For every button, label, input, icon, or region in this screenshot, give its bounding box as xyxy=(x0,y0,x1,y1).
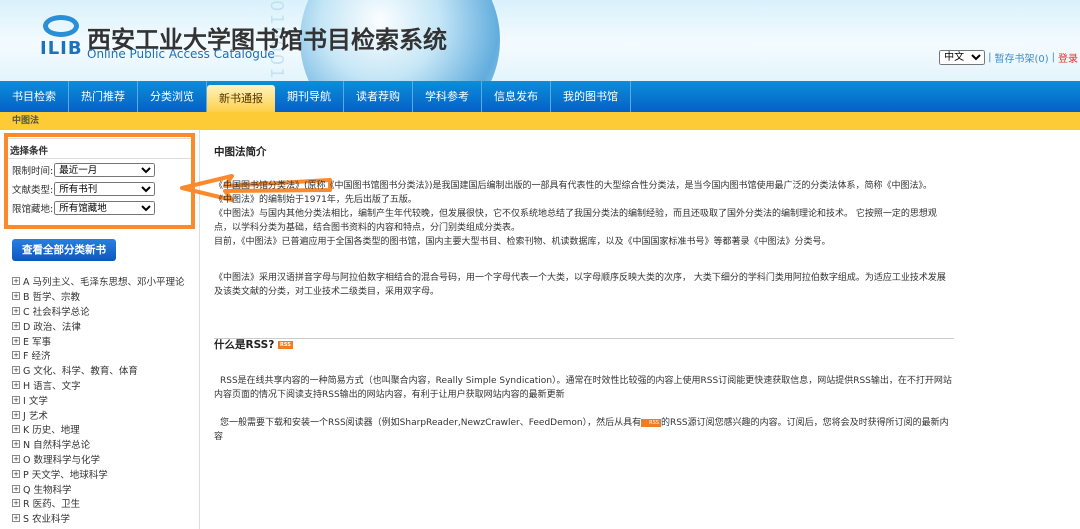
nav-info-release[interactable]: 信息发布 xyxy=(482,81,551,112)
category-item[interactable]: + E 军事 xyxy=(12,333,185,348)
category-label: H 语言、文字 xyxy=(23,380,81,392)
breadcrumb: 中图法 xyxy=(0,112,1080,130)
category-item[interactable]: + J 艺术 xyxy=(12,407,185,422)
category-item[interactable]: + I 文学 xyxy=(12,392,185,407)
separator: | xyxy=(988,52,992,63)
category-label: S 农业科学 xyxy=(23,514,71,526)
shelf-link[interactable]: 暂存书架(0) xyxy=(994,50,1048,65)
category-item[interactable]: + K 历史、地理 xyxy=(12,422,185,437)
rss-paragraph: RSS是在线共享内容的一种简易方式（也叫聚合内容，Really Simple S… xyxy=(214,376,952,400)
expand-icon[interactable]: + xyxy=(12,277,20,286)
category-item[interactable]: + B 哲学、宗教 xyxy=(12,289,185,304)
category-label: Q 生物科学 xyxy=(23,484,72,496)
rss-icon: RSS xyxy=(641,418,661,427)
category-item[interactable]: + H 语言、文字 xyxy=(12,378,185,393)
expand-icon[interactable]: + xyxy=(12,336,20,345)
login-link[interactable]: 登录 xyxy=(1058,50,1078,65)
expand-icon[interactable]: + xyxy=(12,484,20,493)
nav-my-library[interactable]: 我的图书馆 xyxy=(551,81,631,112)
intro-paragraph: 《中图法》与国内其他分类法相比，编制产生年代较晚，但发展很快，它不仅系统地总结了… xyxy=(214,209,937,233)
category-item[interactable]: + P 天文学、地球科学 xyxy=(12,466,185,481)
nav-subject-reference[interactable]: 学科参考 xyxy=(413,81,482,112)
category-label: G 文化、科学、教育、体育 xyxy=(23,366,138,378)
category-item[interactable]: + D 政治、法律 xyxy=(12,318,185,333)
logo: ILIB xyxy=(40,38,83,59)
intro-paragraph: 目前，《中图法》已普遍应用于全国各类型的图书馆，国内主要大型书目、检索刊物、机读… xyxy=(214,237,831,247)
rss-title: 什么是RSS? RSS xyxy=(214,339,293,351)
category-item[interactable]: + N 自然科学总论 xyxy=(12,437,185,452)
intro-paragraph: 《中国图书馆分类法》(原称《中国图书馆图书分类法》)是我国建国后编制出版的一部具… xyxy=(214,181,933,191)
nav-category-browse[interactable]: 分类浏览 xyxy=(138,81,207,112)
category-item[interactable]: + F 经济 xyxy=(12,348,185,363)
nav-reader-recommend[interactable]: 读者荐购 xyxy=(344,81,413,112)
nav-new-books[interactable]: 新书通报 xyxy=(207,85,275,112)
category-item[interactable]: + G 文化、科学、教育、体育 xyxy=(12,363,185,378)
category-item[interactable]: + R 医药、卫生 xyxy=(12,496,185,511)
intro-paragraph: 《中图法》采用汉语拼音字母与阿拉伯数字相结合的混合号码，用一个字母代表一个大类，… xyxy=(214,273,946,297)
intro-title: 中图法简介 xyxy=(214,146,267,158)
expand-icon[interactable]: + xyxy=(12,380,20,389)
category-label: O 数理科学与化学 xyxy=(23,454,100,466)
top-links: 中文 | 暂存书架(0) | 登录 xyxy=(939,50,1078,65)
expand-icon[interactable]: + xyxy=(12,351,20,360)
expand-icon[interactable]: + xyxy=(12,321,20,330)
expand-icon[interactable]: + xyxy=(12,469,20,478)
category-item[interactable]: + A 马列主义、毛泽东思想、邓小平理论 xyxy=(12,274,185,289)
intro-paragraph: 《中图法》的编制始于1971年，先后出版了五版。 xyxy=(214,195,417,205)
rss-icon: RSS xyxy=(278,341,293,349)
expand-icon[interactable]: + xyxy=(12,395,20,404)
language-select[interactable]: 中文 xyxy=(939,50,986,65)
category-label: C 社会科学总论 xyxy=(23,306,90,318)
category-label: A 马列主义、毛泽东思想、邓小平理论 xyxy=(23,277,185,289)
logo-bubble-icon xyxy=(43,15,79,37)
header: 0100010101 ILIB 西安工业大学图书馆书目检索系统 Online P… xyxy=(0,0,1080,81)
expand-icon[interactable]: + xyxy=(12,454,20,463)
category-label: I 文学 xyxy=(23,395,48,407)
expand-icon[interactable]: + xyxy=(12,514,20,523)
category-label: E 军事 xyxy=(23,336,52,348)
site-subtitle: Online Public Access Catalogue xyxy=(87,47,275,61)
view-all-new-books-button[interactable]: 查看全部分类新书 xyxy=(12,239,116,261)
category-label: R 医药、卫生 xyxy=(23,499,81,511)
category-label: B 哲学、宗教 xyxy=(23,292,81,304)
category-label: J 艺术 xyxy=(23,410,48,422)
category-label: N 自然科学总论 xyxy=(23,440,91,452)
expand-icon[interactable]: + xyxy=(12,499,20,508)
category-item[interactable]: + C 社会科学总论 xyxy=(12,304,185,319)
category-label: P 天文学、地球科学 xyxy=(23,469,108,481)
nav-journal[interactable]: 期刊导航 xyxy=(275,81,344,112)
expand-icon[interactable]: + xyxy=(12,292,20,301)
expand-icon[interactable]: + xyxy=(12,440,20,449)
category-item[interactable]: + Q 生物科学 xyxy=(12,481,185,496)
category-item[interactable]: + O 数理科学与化学 xyxy=(12,452,185,467)
nav-bibliographic-search[interactable]: 书目检索 xyxy=(0,81,69,112)
expand-icon[interactable]: + xyxy=(12,366,20,375)
annotation-highlight-box xyxy=(4,133,195,229)
category-label: D 政治、法律 xyxy=(23,321,81,333)
expand-icon[interactable]: + xyxy=(12,425,20,434)
category-tree: + A 马列主义、毛泽东思想、邓小平理论 + B 哲学、宗教 + C 社会科学总论 + D 政… xyxy=(12,274,185,526)
category-label: F 经济 xyxy=(23,351,51,363)
separator: | xyxy=(1051,52,1055,63)
category-item[interactable]: + S 农业科学 xyxy=(12,511,185,526)
main-content: 中图法简介 《中国图书馆分类法》(原称《中国图书馆图书分类法》)是我国建国后编制… xyxy=(214,130,954,444)
expand-icon[interactable]: + xyxy=(12,410,20,419)
main-nav: 书目检索 热门推荐 分类浏览 新书通报 期刊导航 读者荐购 学科参考 信息发布 … xyxy=(0,81,1080,112)
nav-hot-recommend[interactable]: 热门推荐 xyxy=(69,81,138,112)
expand-icon[interactable]: + xyxy=(12,306,20,315)
rss-paragraph: 您一般需要下载和安装一个RSS阅读器（例如SharpReader,NewzCra… xyxy=(214,418,949,442)
divider xyxy=(214,338,954,339)
category-label: K 历史、地理 xyxy=(23,425,80,437)
